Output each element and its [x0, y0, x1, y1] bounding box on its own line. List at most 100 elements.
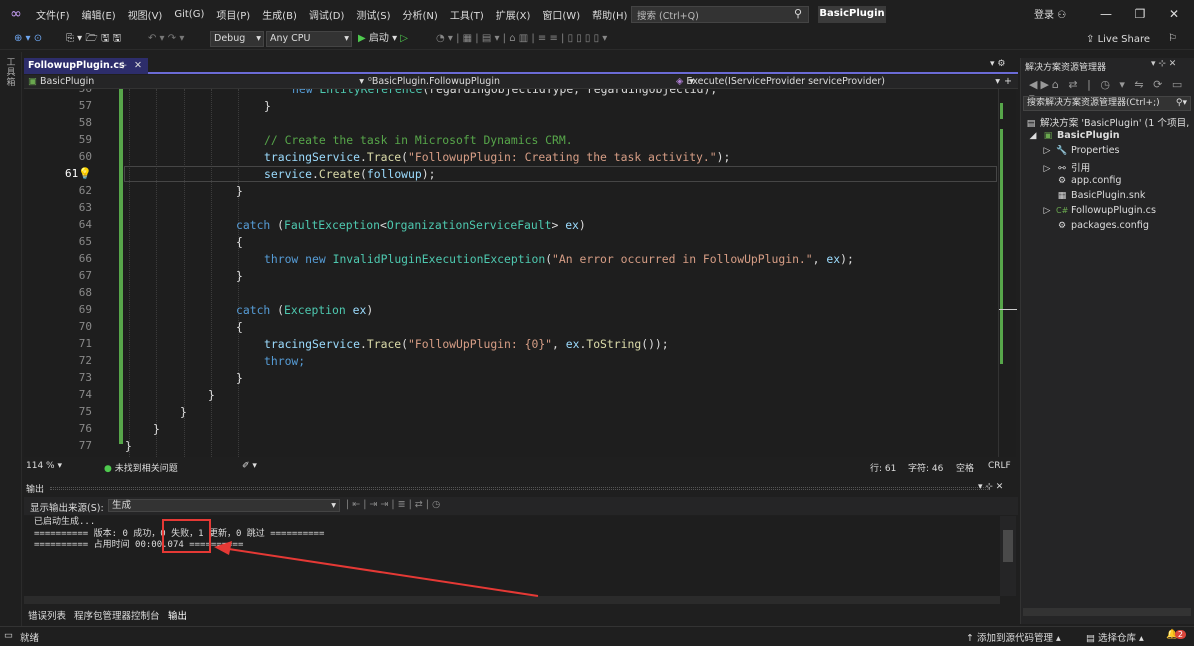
login-link[interactable]: 登录 ⚇: [1034, 6, 1066, 21]
tree-item-packages-config[interactable]: ⚙ packages.config: [1056, 220, 1149, 231]
output-text[interactable]: 已启动生成... ========== 版本: 0 成功，0 失败，1 更新，0 …: [24, 516, 1000, 596]
pin-icon[interactable]: ⊹: [119, 58, 127, 73]
menu-test[interactable]: 测试(S): [350, 7, 396, 22]
line-number: 66: [78, 252, 92, 265]
split-icon[interactable]: +: [1004, 75, 1012, 88]
search-icon: ⚲▾: [1175, 98, 1187, 108]
menu-build[interactable]: 生成(B): [256, 7, 303, 22]
menu-edit[interactable]: 编辑(E): [76, 7, 122, 22]
key-file-icon: ▦: [1057, 191, 1067, 201]
output-toolbar-icons[interactable]: | ⇤ | ⇥ ⇥ | ≣ | ⇄ | ◷: [346, 499, 440, 510]
login-label: 登录: [1034, 10, 1054, 21]
configuration-select[interactable]: Debug ▾: [210, 31, 264, 47]
line-number: 58: [78, 116, 92, 129]
restore-button[interactable]: ❐: [1126, 4, 1154, 24]
tab-options-icon[interactable]: ▾ ⚙: [990, 59, 1005, 69]
repo-label: 选择仓库: [1098, 633, 1137, 644]
tree-item-properties[interactable]: ▷ 🔧 Properties: [1041, 145, 1120, 156]
output-window-icon[interactable]: ▭: [4, 630, 13, 641]
code-editor[interactable]: 56 new EntityReference(regardingobjectid…: [24, 89, 998, 457]
menu-analyze[interactable]: 分析(N): [397, 7, 444, 22]
tab-label: FollowupPlugin.cs: [28, 60, 125, 71]
menu-window[interactable]: 窗口(W): [536, 7, 586, 22]
cursor-char: 字符: 46: [908, 464, 944, 474]
undo-icon[interactable]: ↶ ▾ ↷ ▾: [148, 31, 184, 47]
menu-debug[interactable]: 调试(D): [303, 7, 351, 22]
live-share-label: Live Share: [1097, 34, 1151, 45]
line-number: 59: [78, 133, 92, 146]
close-tab-icon[interactable]: ✕: [134, 58, 142, 73]
menu-help[interactable]: 帮助(H): [586, 7, 633, 22]
platform-select[interactable]: Any CPU ▾: [266, 31, 352, 47]
config-file-icon: ⚙: [1057, 221, 1067, 231]
project-badge: BasicPlugin: [818, 6, 886, 23]
tab-package-manager-console[interactable]: 程序包管理器控制台: [74, 608, 160, 622]
menu-file[interactable]: 文件(F): [30, 7, 76, 22]
back-icon[interactable]: ⊕ ▾ ⊙: [14, 31, 42, 47]
drag-handle[interactable]: [50, 487, 990, 490]
code-line: catch (Exception ex): [236, 303, 374, 317]
nav-project-dropdown[interactable]: ▣ BasicPlugin ▾: [28, 75, 368, 88]
lightbulb-icon[interactable]: 💡: [78, 167, 92, 180]
menu-extensions[interactable]: 扩展(X): [490, 7, 537, 22]
tree-solution[interactable]: ▤ 解决方案 'BasicPlugin' (1 个项目,: [1025, 115, 1190, 129]
tab-followupplugin-cs[interactable]: FollowupPlugin.cs ⊹ ✕: [24, 58, 148, 74]
whitespace-mode[interactable]: 空格: [956, 461, 974, 474]
panel-options-icon[interactable]: ▾ ⊹ ✕: [978, 482, 1003, 492]
nav-class-dropdown[interactable]: ⁰BasicPlugin.FollowupPlugin ▾: [368, 75, 698, 88]
tree-project[interactable]: ◢ ▣ BasicPlugin: [1027, 130, 1120, 141]
toolbox-strip[interactable]: 工具箱: [0, 52, 22, 626]
editor-scrollbar[interactable]: [998, 89, 1017, 457]
minimize-button[interactable]: —: [1092, 4, 1120, 24]
tree-label: packages.config: [1071, 220, 1149, 231]
tree-item-snk[interactable]: ▦ BasicPlugin.snk: [1056, 190, 1146, 201]
close-button[interactable]: ✕: [1160, 4, 1188, 24]
menu-git[interactable]: Git(G): [168, 9, 210, 20]
code-line: }: [208, 388, 215, 402]
code-line: }: [236, 184, 243, 198]
live-share-button[interactable]: ⇪ Live Share: [1086, 32, 1150, 48]
line-ending[interactable]: CRLF: [988, 461, 1011, 471]
tree-item-followupplugin-cs[interactable]: ▷ C# FollowupPlugin.cs: [1041, 205, 1156, 216]
account-icon: ⚇: [1057, 10, 1067, 21]
code-line: }: [125, 439, 132, 453]
issues-indicator[interactable]: ● 未找到相关问题: [104, 461, 178, 474]
panel-options-icon[interactable]: ▾ ⊹ ✕: [1151, 59, 1176, 69]
tree-item-app-config[interactable]: ⚙ app.config: [1056, 175, 1122, 186]
menu-project[interactable]: 项目(P): [210, 7, 256, 22]
output-horizontal-scrollbar[interactable]: [24, 596, 1000, 604]
chevron-down-icon: ▾: [256, 33, 261, 44]
line-number: 60: [78, 150, 92, 163]
zoom-select[interactable]: 114 % ▾: [26, 461, 62, 471]
menu-view[interactable]: 视图(V): [122, 7, 169, 22]
line-number: 67: [78, 269, 92, 282]
solution-horizontal-scrollbar[interactable]: [1023, 608, 1191, 616]
scrollbar-thumb[interactable]: [1003, 530, 1013, 562]
csharp-file-icon: C#: [1056, 206, 1069, 215]
search-box[interactable]: 搜索 (Ctrl+Q) ⚲: [631, 6, 809, 23]
collapse-icon: ◢: [1029, 131, 1037, 141]
scrollbar-change-map: [1000, 103, 1003, 119]
output-scrollbar[interactable]: [1000, 516, 1016, 596]
tree-item-references[interactable]: ▷ ⚯ 引用: [1041, 160, 1091, 174]
status-ready: 就绪: [20, 633, 40, 644]
line-number: 64: [78, 218, 92, 231]
output-source-select[interactable]: 生成 ▾: [108, 499, 340, 512]
menu-tools[interactable]: 工具(T): [444, 7, 490, 22]
new-project-icon[interactable]: ⎘ ▾ 🗁 🖫 🖫: [66, 31, 121, 47]
select-repo-button[interactable]: ▤ 选择仓库 ▴: [1086, 630, 1144, 644]
nav-member-dropdown[interactable]: ◈ Execute(IServiceProvider serviceProvid…: [676, 75, 1002, 88]
line-number: 57: [78, 99, 92, 112]
tab-output[interactable]: 输出: [168, 608, 187, 622]
start-button[interactable]: ▶ 启动 ▾ ▷: [358, 31, 408, 47]
chevron-down-icon: ▾: [359, 76, 364, 87]
output-title: 输出: [26, 485, 45, 495]
feedback-icon[interactable]: ⚐: [1168, 31, 1177, 47]
visual-studio-logo-icon: ∞: [10, 6, 22, 22]
add-to-source-control-button[interactable]: ↑ 添加到源代码管理 ▴: [966, 630, 1061, 644]
solution-search-input[interactable]: 搜索解决方案资源管理器(Ctrl+;) ⚲▾: [1023, 96, 1191, 111]
code-cleanup-icon[interactable]: ✐ ▾: [242, 461, 257, 471]
tab-error-list[interactable]: 错误列表: [28, 608, 66, 622]
toolbar-icons[interactable]: ◔ ▾ | ▦ | ▤ ▾ | ⌂ ▥ | ≡ ≡ | ▯ ▯ ▯ ▯ ▾: [436, 31, 607, 47]
notifications-button[interactable]: 🔔2: [1166, 629, 1186, 640]
